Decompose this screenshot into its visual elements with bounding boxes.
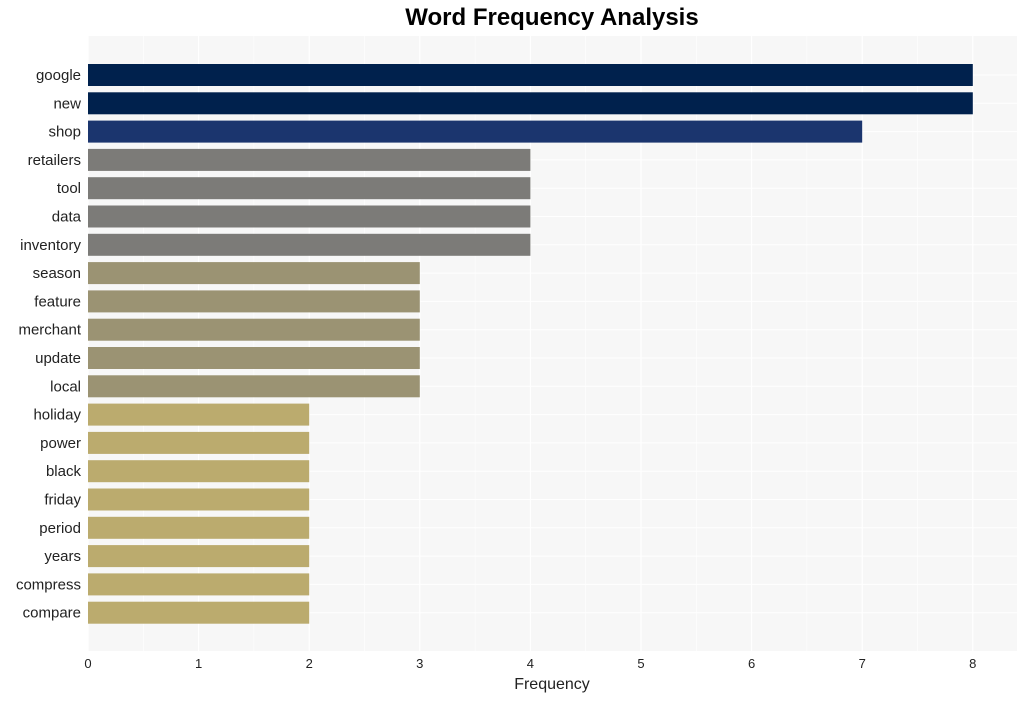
y-tick-label: retailers (28, 152, 81, 169)
bar-local (88, 375, 420, 398)
x-tick-label: 7 (859, 656, 866, 671)
bar-new (88, 92, 973, 115)
bar-google (88, 64, 973, 86)
x-tick-label: 8 (969, 656, 976, 671)
y-tick-label: friday (44, 492, 81, 509)
x-axis-label: Frequency (514, 676, 590, 693)
y-tick-label: feature (34, 293, 81, 310)
bar-power (88, 431, 310, 454)
y-tick-label: compress (16, 576, 81, 593)
bar-retailers (88, 148, 531, 171)
y-tick-label: years (44, 548, 81, 565)
bar-data (88, 205, 531, 228)
bar-chart: google new shop retailers tool data inventory s… (16, 36, 1017, 693)
y-tick-label: google (36, 67, 81, 84)
y-tick-label: period (39, 520, 81, 537)
x-tick-label: 5 (637, 656, 644, 671)
bar-period (88, 516, 310, 539)
bar-years (88, 545, 310, 568)
x-tick-label: 0 (84, 656, 91, 671)
y-tick-label: merchant (18, 322, 81, 339)
bar-inventory (88, 233, 531, 256)
bar-shop (88, 120, 863, 143)
bar-season (88, 262, 420, 285)
x-tick-label: 3 (416, 656, 423, 671)
y-tick-label: local (50, 378, 81, 395)
bar-merchant (88, 318, 420, 341)
y-tick-label: black (46, 463, 82, 480)
x-tick-label: 6 (748, 656, 755, 671)
y-tick-labels: google new shop retailers tool data inventory s… (16, 67, 82, 622)
y-tick-label: shop (48, 124, 81, 141)
y-tick-label: power (40, 435, 81, 452)
bar-feature (88, 290, 420, 313)
y-tick-label: update (35, 350, 81, 367)
y-tick-label: season (33, 265, 81, 282)
x-tick-label: 2 (306, 656, 313, 671)
y-tick-label: data (52, 209, 82, 226)
bar-compress (88, 573, 310, 596)
bar-friday (88, 488, 310, 511)
bar-black (88, 460, 310, 483)
bar-tool (88, 177, 531, 200)
y-tick-label: holiday (33, 407, 81, 424)
y-tick-label: tool (57, 180, 81, 197)
bar-compare (88, 601, 310, 624)
bar-holiday (88, 403, 310, 426)
bar-update (88, 347, 420, 369)
x-tick-labels: 0 1 2 3 4 5 6 7 8 (84, 656, 976, 671)
x-tick-label: 4 (527, 656, 534, 671)
y-tick-label: inventory (20, 237, 81, 254)
y-tick-label: compare (23, 605, 81, 622)
y-tick-label: new (53, 95, 81, 112)
x-tick-label: 1 (195, 656, 202, 671)
